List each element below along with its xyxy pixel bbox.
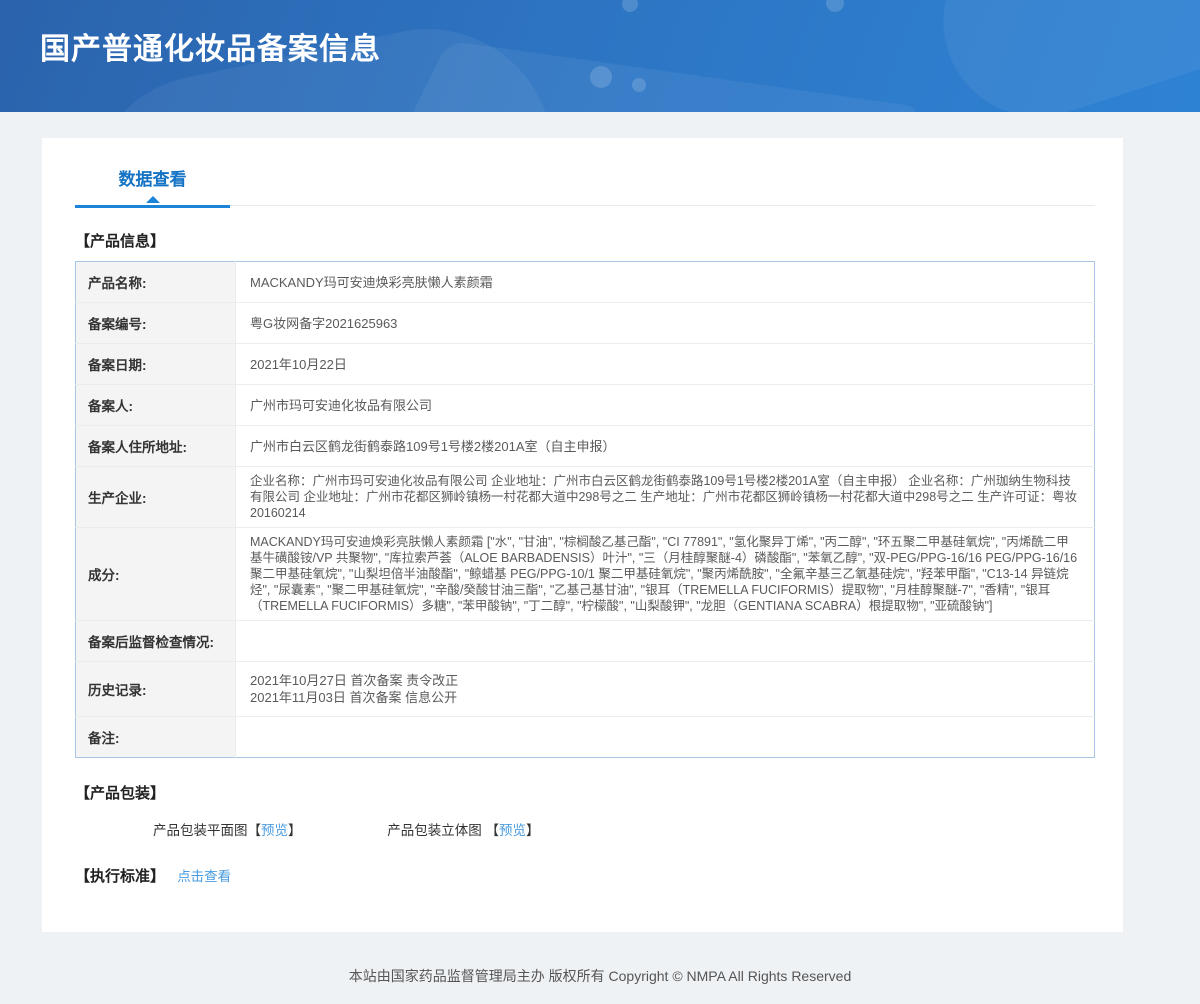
- product-info-table: 产品名称: MACKANDY玛可安迪焕彩亮肤懒人素颜霜 备案编号: 粤G妆网备字202…: [75, 261, 1095, 758]
- header-decor-dot: [590, 66, 612, 88]
- header-decor-dot: [622, 0, 638, 12]
- table-row: 生产企业: 企业名称：广州市玛可安迪化妆品有限公司 企业地址：广州市白云区鹤龙街鹤…: [75, 466, 1095, 528]
- footer-copyright: 本站由国家药品监督管理局主办 版权所有 Copyright © NMPA All…: [348, 968, 852, 984]
- tab-bar: 数据查看: [75, 158, 1095, 208]
- tab-data-view-label: 数据查看: [118, 170, 187, 189]
- packaging-flat-preview-link[interactable]: 预览: [261, 823, 288, 838]
- section-packaging-title: 【产品包装】: [75, 785, 166, 802]
- table-row: 历史记录: 2021年10月27日 首次备案 责令改正 2021年11月03日 首…: [75, 661, 1095, 717]
- row-label: 备案后监督检查情况:: [75, 620, 236, 662]
- row-label: 产品名称:: [75, 261, 236, 303]
- table-row: 备注:: [75, 716, 1095, 758]
- row-value: 广州市玛可安迪化妆品有限公司: [235, 384, 1095, 426]
- row-value: 2021年10月27日 首次备案 责令改正 2021年11月03日 首次备案 信…: [235, 661, 1095, 717]
- section-standard-title: 【执行标准】: [75, 868, 166, 885]
- standard-row: 【执行标准】 点击查看: [75, 865, 1095, 886]
- table-row: 备案后监督检查情况:: [75, 620, 1095, 662]
- table-row: 备案人住所地址: 广州市白云区鹤龙街鹤泰路109号1号楼2楼201A室（自主申报）: [75, 425, 1095, 467]
- packaging-stereo-label: 产品包装立体图: [387, 823, 482, 838]
- table-row: 备案人: 广州市玛可安迪化妆品有限公司: [75, 384, 1095, 426]
- standard-view-link[interactable]: 点击查看: [177, 869, 231, 884]
- table-row: 备案编号: 粤G妆网备字2021625963: [75, 302, 1095, 344]
- row-value: 2021年10月22日: [235, 343, 1095, 385]
- row-label: 备案日期:: [75, 343, 236, 385]
- row-label: 备案人:: [75, 384, 236, 426]
- row-label: 成分:: [75, 527, 236, 621]
- row-value: 企业名称：广州市玛可安迪化妆品有限公司 企业地址：广州市白云区鹤龙街鹤泰路109…: [235, 466, 1095, 528]
- row-label: 备案人住所地址:: [75, 425, 236, 467]
- row-label: 备案编号:: [75, 302, 236, 344]
- page-title: 国产普通化妆品备案信息: [40, 33, 381, 66]
- bracket-open: 【: [247, 823, 262, 838]
- table-row: 备案日期: 2021年10月22日: [75, 343, 1095, 385]
- product-table-body: 产品名称: MACKANDY玛可安迪焕彩亮肤懒人素颜霜 备案编号: 粤G妆网备字202…: [75, 261, 1095, 758]
- section-product-info-title: 【产品信息】: [75, 233, 166, 250]
- bracket-close: 】: [288, 823, 302, 838]
- packaging-row: 产品包装平面图【预览】 产品包装立体图 【预览】: [153, 819, 1095, 839]
- row-value: MACKANDY玛可安迪焕彩亮肤懒人素颜霜 ["水", "甘油", "棕榈酸乙基…: [235, 527, 1095, 621]
- bracket-open: 【: [485, 823, 500, 838]
- row-label: 生产企业:: [75, 466, 236, 528]
- header-decor-dot: [632, 78, 646, 92]
- row-value: 粤G妆网备字2021625963: [235, 302, 1095, 344]
- tab-data-view[interactable]: 数据查看: [75, 165, 230, 208]
- bracket-close: 】: [526, 823, 540, 838]
- row-value: 广州市白云区鹤龙街鹤泰路109号1号楼2楼201A室（自主申报）: [235, 425, 1095, 467]
- packaging-flat-label: 产品包装平面图: [153, 823, 248, 838]
- content-card: 数据查看 【产品信息】 产品名称: MACKANDY玛可安迪焕彩亮肤懒人素颜霜 备案…: [42, 138, 1123, 932]
- page-footer: 本站由国家药品监督管理局主办 版权所有 Copyright © NMPA All…: [0, 932, 1200, 1004]
- row-value: [236, 717, 1095, 758]
- packaging-stereo-item: 产品包装立体图 【预览】: [387, 823, 539, 838]
- packaging-flat-item: 产品包装平面图【预览】: [153, 823, 302, 838]
- packaging-stereo-preview-link[interactable]: 预览: [499, 823, 526, 838]
- row-label: 备注:: [75, 716, 236, 758]
- table-row: 产品名称: MACKANDY玛可安迪焕彩亮肤懒人素颜霜: [75, 261, 1095, 303]
- header-decor-dot: [826, 0, 844, 12]
- row-value: [235, 620, 1095, 662]
- table-row: 成分: MACKANDY玛可安迪焕彩亮肤懒人素颜霜 ["水", "甘油", "棕榈…: [75, 527, 1095, 621]
- page-header: 国产普通化妆品备案信息: [0, 0, 1200, 112]
- header-decor-blob: [918, 0, 1200, 112]
- row-value: MACKANDY玛可安迪焕彩亮肤懒人素颜霜: [235, 261, 1095, 303]
- row-label: 历史记录:: [75, 661, 236, 717]
